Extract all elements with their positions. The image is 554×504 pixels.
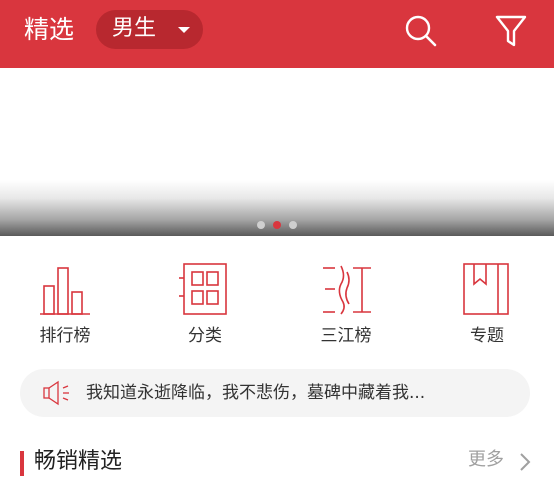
speaker-icon bbox=[43, 380, 69, 406]
section-accent-bar bbox=[20, 451, 24, 476]
sanjiang-icon bbox=[323, 265, 371, 315]
notice-text: 我知道永逝降临，我不悲伤，墓碑中藏着我... bbox=[86, 383, 426, 403]
notice-bar[interactable]: 我知道永逝降临，我不悲伤，墓碑中藏着我... bbox=[20, 369, 530, 417]
entry-topic-label: 专题 bbox=[470, 326, 504, 346]
entry-ranking[interactable]: 排行榜 bbox=[10, 262, 120, 352]
chevron-right-icon[interactable] bbox=[518, 452, 532, 472]
top-app-bar: 精选 男生 bbox=[0, 0, 554, 68]
banner-carousel[interactable] bbox=[0, 68, 554, 236]
carousel-dot-active bbox=[273, 221, 281, 229]
ranking-bar-chart-icon bbox=[40, 267, 90, 315]
carousel-indicator bbox=[0, 214, 554, 229]
search-button[interactable] bbox=[404, 12, 438, 50]
entry-category-label: 分类 bbox=[188, 326, 222, 346]
carousel-dot bbox=[289, 221, 297, 229]
gender-selector[interactable]: 男生 bbox=[96, 10, 203, 49]
entry-category[interactable]: 分类 bbox=[150, 262, 260, 352]
entry-sanjiang-label: 三江榜 bbox=[320, 326, 372, 346]
topic-bookmark-icon bbox=[463, 263, 509, 315]
section-title: 畅销精选 bbox=[34, 449, 123, 474]
category-grid-icon bbox=[179, 263, 227, 315]
entry-ranking-label: 排行榜 bbox=[39, 326, 91, 346]
search-icon bbox=[405, 15, 437, 47]
entry-topic[interactable]: 专题 bbox=[432, 262, 542, 352]
filter-icon bbox=[495, 15, 527, 47]
filter-button[interactable] bbox=[494, 12, 528, 50]
caret-down-icon bbox=[178, 27, 190, 33]
entry-sanjiang[interactable]: 三江榜 bbox=[291, 262, 401, 352]
gender-selector-label: 男生 bbox=[112, 16, 157, 41]
carousel-dot bbox=[257, 221, 265, 229]
page-title: 精选 bbox=[24, 15, 75, 44]
more-link[interactable]: 更多 bbox=[468, 448, 504, 472]
